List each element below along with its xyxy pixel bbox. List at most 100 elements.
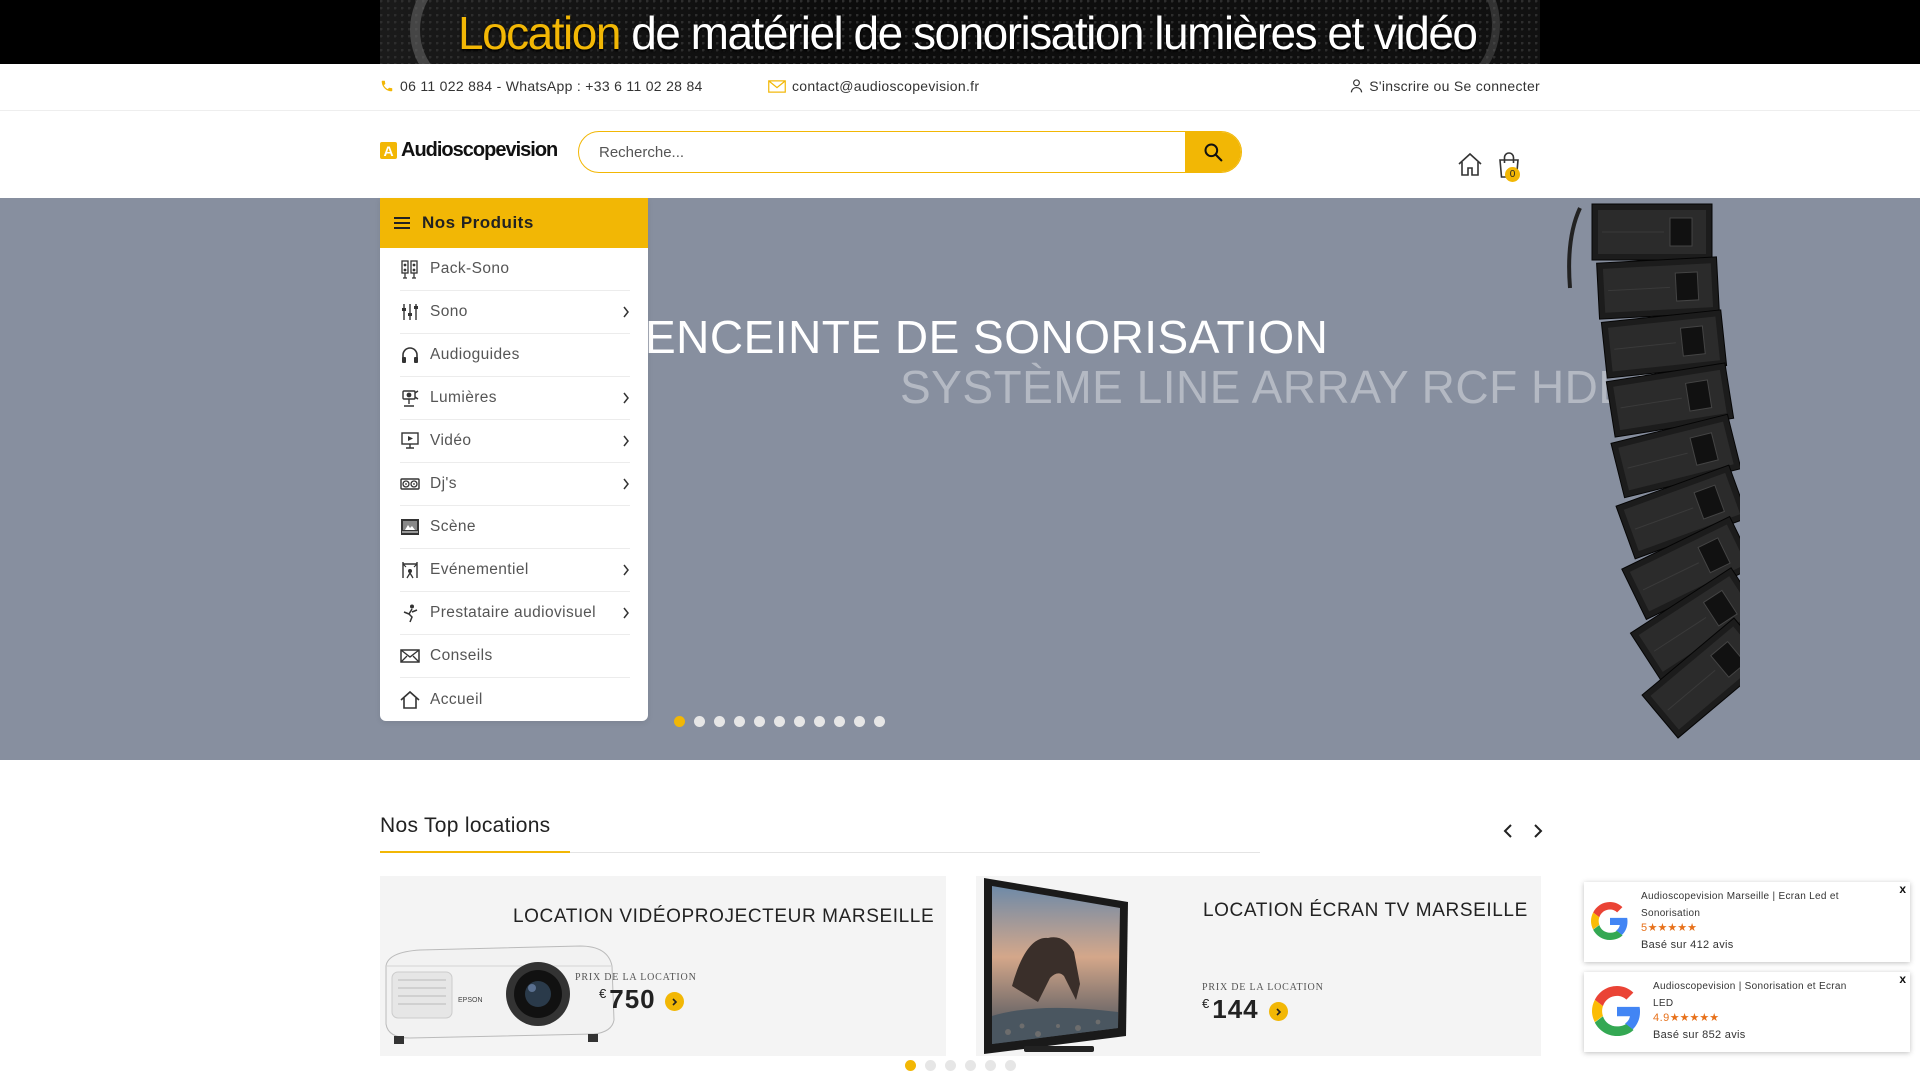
event-truss-icon xyxy=(402,562,418,579)
stage-icon xyxy=(401,519,419,535)
site-logo[interactable]: A Audioscopevision xyxy=(380,139,558,162)
category-item-lumi-res[interactable]: Lumières xyxy=(400,377,630,420)
category-item-prestataire-audiovisuel[interactable]: Prestataire audiovisuel xyxy=(400,592,630,635)
hero-slide-dot[interactable] xyxy=(714,716,725,727)
category-item-vid-o[interactable]: Vidéo xyxy=(400,420,630,463)
chevron-right-icon xyxy=(623,478,629,490)
product-card[interactable]: LOCATION ÉCRAN TV MARSEILLE PRIX DE LA L… xyxy=(976,876,1541,1056)
business-name: Audioscopevision | Sonorisation et Ecran… xyxy=(1653,981,1847,1009)
hero-slide-dot[interactable] xyxy=(754,716,765,727)
search-input[interactable] xyxy=(579,132,1187,172)
product-price: €750 xyxy=(599,984,656,1015)
price-label: PRIX DE LA LOCATION xyxy=(1202,982,1324,993)
close-review-button[interactable]: x xyxy=(1899,972,1906,986)
hero-slide-dot[interactable] xyxy=(694,716,705,727)
chevron-right-icon xyxy=(623,607,629,619)
category-item-label: Audioguides xyxy=(430,346,520,363)
email-link[interactable]: contact@audioscopevision.fr xyxy=(768,78,979,94)
hero-slide-dot[interactable] xyxy=(874,716,885,727)
hero-slide-dot[interactable] xyxy=(674,716,685,727)
rating-stars: ★★★★★ xyxy=(1669,1012,1720,1024)
projector-image: EPSON xyxy=(385,945,615,1044)
category-item-dj-s[interactable]: Dj's xyxy=(400,463,630,506)
menu-icon xyxy=(394,217,410,229)
hero-slide-dot[interactable] xyxy=(854,716,865,727)
chevron-right-icon xyxy=(623,564,629,576)
category-item-label: Vidéo xyxy=(430,432,472,449)
category-item-conseils[interactable]: Conseils xyxy=(400,635,630,678)
google-logo-icon xyxy=(1592,986,1641,1036)
category-item-sono[interactable]: Sono xyxy=(400,291,630,334)
category-item-ev-nementiel[interactable]: Evénementiel xyxy=(400,549,630,592)
hero-slide-dot[interactable] xyxy=(734,716,745,727)
category-item-label: Accueil xyxy=(430,690,483,708)
search-bar xyxy=(578,131,1242,173)
chevron-right-icon xyxy=(623,392,629,404)
price-value: 144 xyxy=(1212,994,1259,1024)
price-label: PRIX DE LA LOCATION xyxy=(575,972,697,983)
google-review-widget[interactable]: Audioscopevision | Sonorisation et Ecran… xyxy=(1584,972,1910,1052)
currency-symbol: € xyxy=(599,986,608,1001)
hero-slide-dot[interactable] xyxy=(814,716,825,727)
category-item-pack-sono[interactable]: Pack-Sono xyxy=(400,248,630,291)
currency-symbol: € xyxy=(1202,996,1211,1011)
home-icon xyxy=(400,690,420,709)
category-item-accueil[interactable]: Accueil xyxy=(400,678,630,721)
google-logo-icon xyxy=(1591,902,1628,940)
product-title: LOCATION VIDÉOPROJECTEUR MARSEILLE xyxy=(513,906,935,927)
video-screen-icon xyxy=(401,432,419,449)
category-item-label: Lumières xyxy=(430,389,497,406)
home-button[interactable] xyxy=(1457,151,1483,177)
category-item-label: Conseils xyxy=(430,647,493,664)
products-page-dot[interactable] xyxy=(965,1060,976,1071)
contact-bar: 06 11 022 884 - WhatsApp : +33 6 11 02 2… xyxy=(0,64,1920,111)
phone-info[interactable]: 06 11 022 884 - WhatsApp : +33 6 11 02 2… xyxy=(380,78,703,94)
products-page-dot[interactable] xyxy=(905,1060,916,1071)
speaker-pack-icon xyxy=(401,260,418,279)
products-page-dot[interactable] xyxy=(985,1060,996,1071)
hero-title: ENCEINTE DE SONORISATION xyxy=(645,311,1329,363)
category-item-label: Evénementiel xyxy=(430,561,529,578)
hero-slide-dot[interactable] xyxy=(834,716,845,727)
category-item-label: Prestataire audiovisuel xyxy=(430,604,597,621)
stage-light-icon xyxy=(402,390,419,407)
products-pagination xyxy=(905,1060,1016,1071)
google-review-widget[interactable]: Audioscopevision Marseille | Ecran Led e… xyxy=(1584,882,1910,962)
hero-pagination xyxy=(674,716,885,727)
product-details-button[interactable] xyxy=(665,992,684,1011)
category-item-label: Dj's xyxy=(430,475,457,492)
chevron-right-icon xyxy=(623,306,629,318)
category-item-sc-ne[interactable]: Scène xyxy=(400,506,630,549)
category-item-audioguides[interactable]: Audioguides xyxy=(400,334,630,377)
product-title: LOCATION ÉCRAN TV MARSEILLE xyxy=(1203,900,1528,921)
hero-slider: ENCEINTE DE SONORISATION SYSTÈME LINE AR… xyxy=(0,198,1920,760)
products-page-dot[interactable] xyxy=(1005,1060,1016,1071)
svg-text:EPSON: EPSON xyxy=(458,997,483,1004)
carousel-prev-button[interactable] xyxy=(1500,822,1516,840)
envelope-icon xyxy=(400,649,420,663)
close-review-button[interactable]: x xyxy=(1899,882,1906,896)
hero-slide-dot[interactable] xyxy=(774,716,785,727)
chevron-right-icon xyxy=(623,435,629,447)
search-button[interactable] xyxy=(1185,132,1241,172)
user-icon xyxy=(1351,79,1363,93)
category-menu-header[interactable]: Nos Produits xyxy=(380,198,648,248)
review-count: Basé sur 852 avis xyxy=(1653,1029,1746,1041)
product-card[interactable]: EPSON LOCATION VIDÉOPROJECTEUR MARSEILLE… xyxy=(380,876,946,1056)
rating-value: 4.9 xyxy=(1653,1012,1670,1024)
carousel-next-button[interactable] xyxy=(1530,822,1546,840)
logo-text: Audioscopevision xyxy=(401,139,558,161)
category-item-label: Sono xyxy=(430,303,468,320)
email-text: contact@audioscopevision.fr xyxy=(792,78,980,94)
dj-deck-icon xyxy=(400,478,420,490)
hero-slide-dot[interactable] xyxy=(794,716,805,727)
rating: 4.9★★★★★ xyxy=(1653,1011,1719,1024)
mail-icon xyxy=(768,79,786,93)
banner-highlight: Location xyxy=(458,7,621,59)
chevron-right-icon xyxy=(1275,1007,1281,1016)
products-page-dot[interactable] xyxy=(925,1060,936,1071)
search-icon xyxy=(1204,143,1223,162)
products-page-dot[interactable] xyxy=(945,1060,956,1071)
account-link[interactable]: S'inscrire ou Se connecter xyxy=(1350,78,1540,94)
product-details-button[interactable] xyxy=(1269,1002,1288,1021)
